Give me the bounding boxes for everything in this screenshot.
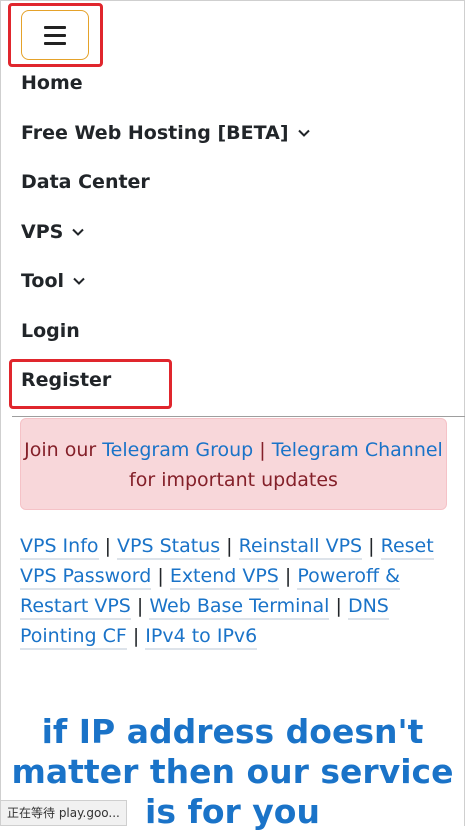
link-ipv4-to-ipv6[interactable]: IPv4 to IPv6 [145,625,258,650]
browser-status-bar: 正在等待 play.goo... [0,800,127,826]
chevron-down-icon [72,228,85,236]
nav-item-label: Free Web Hosting [BETA] [21,122,289,144]
alert-separator: | [259,439,266,461]
link-web-base-terminal[interactable]: Web Base Terminal [149,595,330,620]
link-separator: | [368,535,375,557]
alert-suffix: for important updates [129,469,338,491]
alert-prefix: Join our [24,439,97,461]
hamburger-icon [44,25,66,45]
telegram-channel-link[interactable]: Telegram Channel [272,439,443,461]
nav-item-label: Home [21,72,83,94]
telegram-alert: Join our Telegram Group | Telegram Chann… [20,418,447,510]
link-separator: | [335,595,342,617]
nav-item-data-center[interactable]: Data Center [21,171,150,193]
nav-item-label: Login [21,320,80,342]
link-separator: | [136,595,144,617]
link-separator: | [132,625,140,647]
nav-item-label: Data Center [21,171,150,193]
nav-item-label: Tool [21,270,65,292]
nav-item-free-web-hosting[interactable]: Free Web Hosting [BETA] [21,122,311,144]
window-top-border [0,0,465,1]
link-vps-status[interactable]: VPS Status [117,535,221,560]
nav-item-vps[interactable]: VPS [21,221,85,243]
nav-item-home[interactable]: Home [21,72,83,94]
register-highlight-box [9,359,172,409]
nav-item-tool[interactable]: Tool [21,270,86,292]
nav-item-login[interactable]: Login [21,320,80,342]
nav-item-label: VPS [21,221,64,243]
window-left-border [0,0,1,826]
link-separator: | [104,535,111,557]
chevron-down-icon [297,129,310,137]
link-vps-info[interactable]: VPS Info [20,535,99,560]
chevron-down-icon [73,277,85,285]
navbar-toggler-button[interactable] [21,10,89,60]
link-separator: | [157,565,164,587]
nav-divider [12,416,465,417]
link-separator: | [284,565,292,587]
tool-links: VPS Info | VPS Status | Reinstall VPS | … [20,531,450,651]
link-extend-vps[interactable]: Extend VPS [169,565,279,590]
link-separator: | [226,535,233,557]
telegram-group-link[interactable]: Telegram Group [102,439,253,461]
link-reinstall-vps[interactable]: Reinstall VPS [238,535,363,560]
